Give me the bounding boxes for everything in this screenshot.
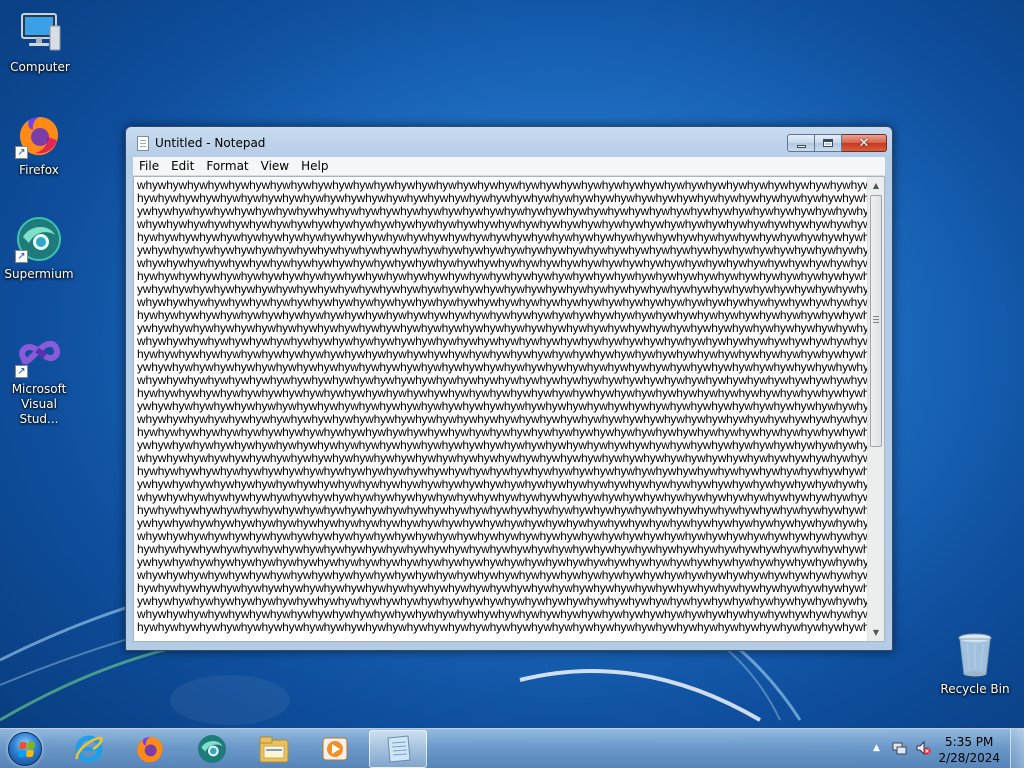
media-player-icon [322, 737, 348, 761]
maximize-icon [823, 139, 833, 147]
desktop-icon-computer[interactable]: Computer [2, 8, 78, 75]
grip-icon [873, 316, 879, 323]
window-title: Untitled - Notepad [155, 136, 266, 150]
notepad-icon [137, 136, 149, 151]
scroll-thumb[interactable] [870, 195, 882, 447]
text-line: hywhywhywhywhywhywhywhywhywhywhywhywhywh… [137, 620, 868, 634]
desktop-icon-visual-studio[interactable]: ↗ Microsoft Visual Stud... [1, 330, 77, 427]
desktop-icon-label: Recycle Bin [940, 682, 1010, 696]
desktop-icon-label: Microsoft Visual Stud... [11, 382, 67, 426]
menu-edit[interactable]: Edit [165, 157, 200, 176]
clock[interactable]: 5:35 PM 2/28/2024 [938, 734, 1000, 766]
start-button[interactable] [4, 730, 46, 768]
clock-date: 2/28/2024 [938, 751, 1000, 765]
desktop-icon-label: Firefox [19, 163, 59, 177]
desktop-icon-label: Computer [10, 60, 70, 74]
recycle-bin-icon [951, 630, 999, 678]
show-desktop-button[interactable] [1010, 729, 1024, 768]
menu-view[interactable]: View [255, 157, 295, 176]
supermium-icon [198, 735, 226, 763]
volume-muted-icon[interactable] [915, 740, 931, 759]
desktop-icon-label: Supermium [4, 267, 74, 281]
caption-buttons: ✕ [787, 134, 887, 152]
show-hidden-icons-button[interactable]: ▲ [873, 743, 880, 753]
notepad-icon [387, 735, 411, 763]
vertical-scrollbar[interactable]: ▲ ▼ [867, 177, 884, 641]
visual-studio-icon: ↗ [15, 330, 63, 378]
close-icon: ✕ [858, 135, 870, 151]
scroll-down-button[interactable]: ▼ [868, 624, 884, 641]
supermium-icon: ↗ [15, 215, 63, 263]
shortcut-arrow-icon: ↗ [15, 146, 28, 159]
desktop-icon-firefox[interactable]: ↗ Firefox [1, 111, 77, 178]
taskbar-file-explorer[interactable] [245, 730, 303, 768]
taskbar-media-player[interactable] [306, 730, 364, 768]
taskbar: ▲ 5:35 PM 2/28/2024 [0, 728, 1024, 768]
desktop-icon-recycle-bin[interactable]: Recycle Bin [937, 630, 1013, 697]
minimize-button[interactable] [787, 134, 815, 152]
windows-logo-icon [8, 732, 42, 766]
desktop-icon-supermium[interactable]: ↗ Supermium [1, 215, 77, 282]
taskbar-internet-explorer[interactable] [60, 730, 118, 768]
text-editor[interactable]: whywhywhywhywhywhywhywhywhywhywhywhywhyw… [133, 176, 885, 642]
system-tray: ▲ 5:35 PM 2/28/2024 [864, 729, 1024, 768]
maximize-button[interactable] [815, 134, 842, 152]
firefox-icon: ↗ [15, 111, 63, 159]
menu-bar: File Edit Format View Help [133, 157, 885, 176]
firefox-icon [137, 737, 163, 763]
file-explorer-icon [259, 736, 289, 763]
menu-help[interactable]: Help [295, 157, 334, 176]
notepad-window[interactable]: Untitled - Notepad ✕ File Edit Format Vi… [125, 126, 893, 651]
taskbar-firefox[interactable] [121, 730, 179, 768]
menu-file[interactable]: File [133, 157, 165, 176]
computer-icon [16, 8, 64, 56]
shortcut-arrow-icon: ↗ [15, 365, 28, 378]
menu-format[interactable]: Format [200, 157, 254, 176]
shortcut-arrow-icon: ↗ [15, 250, 28, 263]
text-content[interactable]: whywhywhywhywhywhywhywhywhywhywhywhywhyw… [137, 179, 868, 639]
minimize-icon [796, 144, 806, 148]
network-icon[interactable] [892, 740, 908, 759]
taskbar-notepad[interactable] [369, 730, 427, 768]
close-button[interactable]: ✕ [842, 134, 887, 152]
taskbar-supermium[interactable] [183, 730, 241, 768]
clock-time: 5:35 PM [945, 735, 994, 749]
scroll-up-button[interactable]: ▲ [868, 177, 884, 194]
title-bar[interactable]: Untitled - Notepad ✕ [126, 127, 892, 157]
internet-explorer-icon [75, 735, 103, 763]
